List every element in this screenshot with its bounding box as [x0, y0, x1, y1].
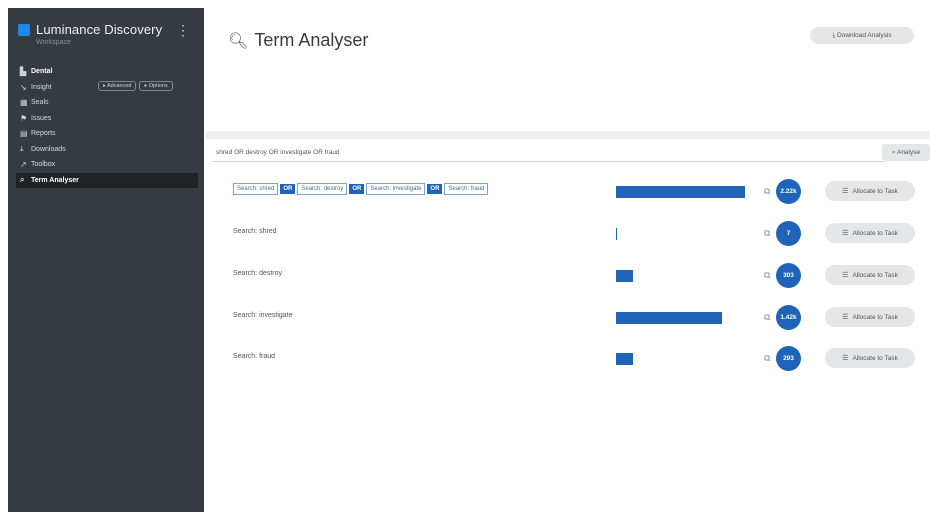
hit-bar-track [616, 228, 756, 240]
hit-bar-track [616, 353, 756, 365]
analyse-button[interactable]: ⌕ Analyse [882, 144, 930, 161]
app-logo-icon [18, 24, 30, 36]
sidebar-item-insight[interactable]: ↘ Insight ▸ Advanced ▸ Options [16, 80, 198, 96]
sidebar-item-issues[interactable]: ⚑ Issues [16, 111, 198, 127]
hit-bar [616, 270, 633, 282]
grid-icon: ▦ [20, 98, 28, 108]
hit-bar [616, 312, 722, 324]
sidebar-item-downloads[interactable]: ⤓ Downloads [16, 142, 198, 158]
term-chip[interactable]: Search: destroy [297, 183, 348, 195]
sidebar-item-term-analyser[interactable]: ⌕ Term Analyser [16, 172, 198, 188]
term-label: Search: investigate [233, 312, 293, 319]
term-chip[interactable]: Search: shred [233, 183, 279, 195]
report-icon: ▤ [20, 129, 28, 139]
hit-count-badge[interactable]: 293 [776, 346, 801, 371]
allocate-label: Allocate to Task [852, 354, 898, 362]
allocate-to-task-button[interactable]: ☰ Allocate to Task [825, 307, 915, 327]
sidebar-item-label: Toolbox [31, 161, 56, 169]
allocate-label: Allocate to Task [852, 313, 898, 321]
list-icon: ☰ [842, 230, 849, 237]
flag-icon: ⚑ [20, 113, 28, 123]
download-analysis-button[interactable]: ⤓ Download Analysis [810, 27, 914, 44]
bar-chart-icon: ▙ [20, 67, 27, 77]
term-row: Search: destroy ⧉ 303 ☰ Allocate to Task [226, 263, 926, 288]
copy-icon[interactable]: ⧉ [764, 270, 770, 281]
sidebar: Luminance Discovery Workspace ⋮ ▙ Dental… [8, 8, 204, 512]
hit-bar [616, 353, 633, 365]
query-chips: Search: shred OR Search: destroy OR Sear… [233, 183, 489, 195]
hit-bar-track [616, 312, 756, 324]
hit-count-badge[interactable]: 2.22k [776, 179, 801, 204]
copy-icon[interactable]: ⧉ [764, 312, 770, 323]
term-row: Search: fraud ⧉ 293 ☰ Allocate to Task [226, 346, 926, 371]
sidebar-item-label: Term Analyser [31, 176, 79, 184]
search-icon: 🔍︎ [228, 32, 249, 50]
list-icon: ☰ [842, 188, 849, 195]
trend-icon: ↘ [20, 82, 27, 92]
allocate-to-task-button[interactable]: ☰ Allocate to Task [825, 348, 915, 368]
sidebar-item-reports[interactable]: ▤ Reports [16, 126, 198, 142]
sidebar-item-dental[interactable]: ▙ Dental [16, 64, 198, 80]
hit-bar-track [616, 186, 756, 198]
sidebar-item-label: Seals [31, 99, 49, 107]
copy-icon[interactable]: ⧉ [764, 353, 770, 364]
operator-badge: OR [349, 184, 365, 194]
options-pill[interactable]: ▸ Options [139, 80, 173, 91]
list-icon: ☰ [842, 355, 849, 362]
list-icon: ☰ [842, 314, 849, 321]
app-name: Luminance Discovery [36, 22, 163, 37]
sidebar-nav: ▙ Dental ↘ Insight ▸ Advanced ▸ Options … [16, 64, 198, 188]
operator-badge: OR [280, 184, 296, 194]
term-row: Search: investigate ⧉ 1.42k ☰ Allocate t… [226, 305, 926, 330]
wrench-icon: ↗ [20, 160, 27, 170]
page-header: 🔍︎ Term Analyser [228, 30, 368, 51]
sidebar-item-label: Issues [31, 114, 52, 122]
list-icon: ☰ [842, 272, 849, 279]
sidebar-item-toolbox[interactable]: ↗ Toolbox [16, 157, 198, 173]
sidebar-item-seals[interactable]: ▦ Seals [16, 95, 198, 111]
download-icon: ⤓ [20, 144, 24, 154]
copy-icon[interactable]: ⧉ [764, 228, 770, 239]
allocate-label: Allocate to Task [852, 271, 898, 279]
page-title: Term Analyser [254, 30, 369, 50]
hit-count-badge[interactable]: 7 [776, 221, 801, 246]
term-chip[interactable]: Search: investigate [366, 183, 426, 195]
query-input[interactable] [212, 143, 884, 162]
allocate-label: Allocate to Task [852, 187, 898, 195]
hit-count-badge[interactable]: 1.42k [776, 305, 801, 330]
term-chip[interactable]: Search: fraud [444, 183, 489, 195]
app-subtitle: Workspace [36, 39, 71, 46]
allocate-to-task-button[interactable]: ☰ Allocate to Task [825, 265, 915, 285]
hit-bar [616, 186, 745, 198]
hit-count-badge[interactable]: 303 [776, 263, 801, 288]
copy-icon[interactable]: ⧉ [764, 186, 770, 197]
term-row: Search: shred ⧉ 7 ☰ Allocate to Task [226, 221, 926, 246]
term-label: Search: fraud [233, 353, 276, 360]
hit-bar [616, 228, 617, 240]
sidebar-item-label: Insight [31, 83, 52, 91]
sidebar-item-label: Reports [31, 130, 56, 138]
allocate-to-task-button[interactable]: ☰ Allocate to Task [825, 223, 915, 243]
hit-bar-track [616, 270, 756, 282]
operator-badge: OR [427, 184, 443, 194]
allocate-label: Allocate to Task [852, 229, 898, 237]
term-label: Search: destroy [233, 270, 283, 277]
query-bar: ⌕ Analyse [206, 143, 930, 163]
term-label: Search: shred [233, 228, 277, 235]
allocate-to-task-button[interactable]: ☰ Allocate to Task [825, 181, 915, 201]
sidebar-item-label: Dental [31, 68, 53, 76]
brand[interactable]: Luminance Discovery Workspace [18, 22, 162, 46]
search-icon: ⌕ [20, 175, 25, 185]
advanced-pill[interactable]: ▸ Advanced [98, 80, 137, 91]
sidebar-item-label: Downloads [31, 145, 66, 153]
divider-band [206, 131, 930, 139]
term-row-combined: Search: shred OR Search: destroy OR Sear… [226, 179, 926, 204]
menu-dots-icon[interactable]: ⋮ [176, 22, 190, 39]
